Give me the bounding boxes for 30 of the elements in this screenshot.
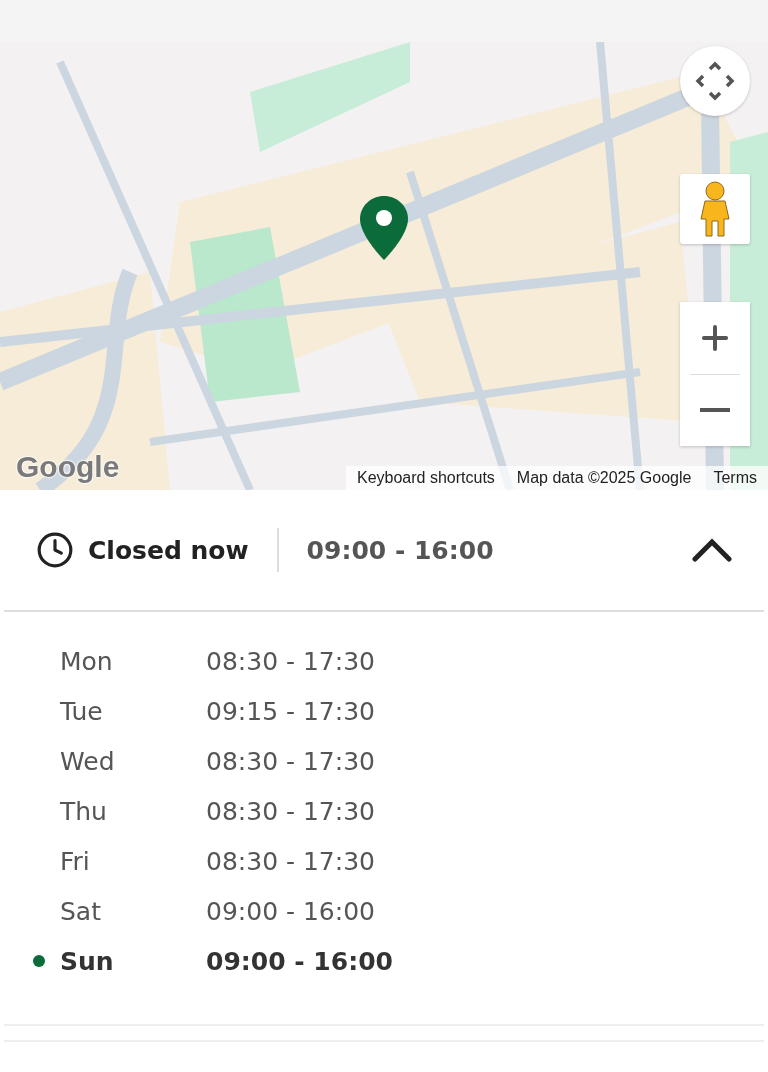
zoom-in-button[interactable] xyxy=(680,302,750,374)
attribution-link[interactable]: Map data ©2025 Google xyxy=(505,469,703,487)
minus-icon xyxy=(700,408,730,413)
day-hours: 08:30 - 17:30 xyxy=(206,796,376,826)
day-hours: 08:30 - 17:30 xyxy=(206,846,376,876)
chevron-up-icon xyxy=(692,538,732,562)
attribution-link[interactable]: Keyboard shortcuts xyxy=(346,469,506,487)
clock-icon xyxy=(36,531,74,569)
day-name: Sat xyxy=(60,896,102,926)
street-view-button[interactable] xyxy=(680,174,750,244)
day-name: Tue xyxy=(60,696,104,726)
map-logo: Google xyxy=(16,450,120,484)
day-name: Thu xyxy=(60,796,108,826)
collapse-button[interactable] xyxy=(692,538,732,562)
person-icon xyxy=(699,181,731,237)
attribution-link[interactable]: Terms xyxy=(702,469,768,487)
day-hours: 09:15 - 17:30 xyxy=(206,696,376,726)
today-hours: 09:00 - 16:00 xyxy=(306,535,495,565)
day-name: Fri xyxy=(60,846,91,876)
day-hours: 09:00 - 16:00 xyxy=(206,946,394,976)
open-status: Closed now xyxy=(88,535,249,565)
day-name: Mon xyxy=(60,646,114,676)
arrows-icon xyxy=(695,61,735,101)
map-pin-icon[interactable] xyxy=(360,196,408,260)
day-name: Sun xyxy=(60,946,115,976)
day-name: Wed xyxy=(60,746,116,776)
zoom-out-button[interactable] xyxy=(680,374,750,446)
day-hours: 08:30 - 17:30 xyxy=(206,646,376,676)
day-hours: 09:00 - 16:00 xyxy=(206,896,376,926)
day-hours: 08:30 - 17:30 xyxy=(206,746,376,776)
